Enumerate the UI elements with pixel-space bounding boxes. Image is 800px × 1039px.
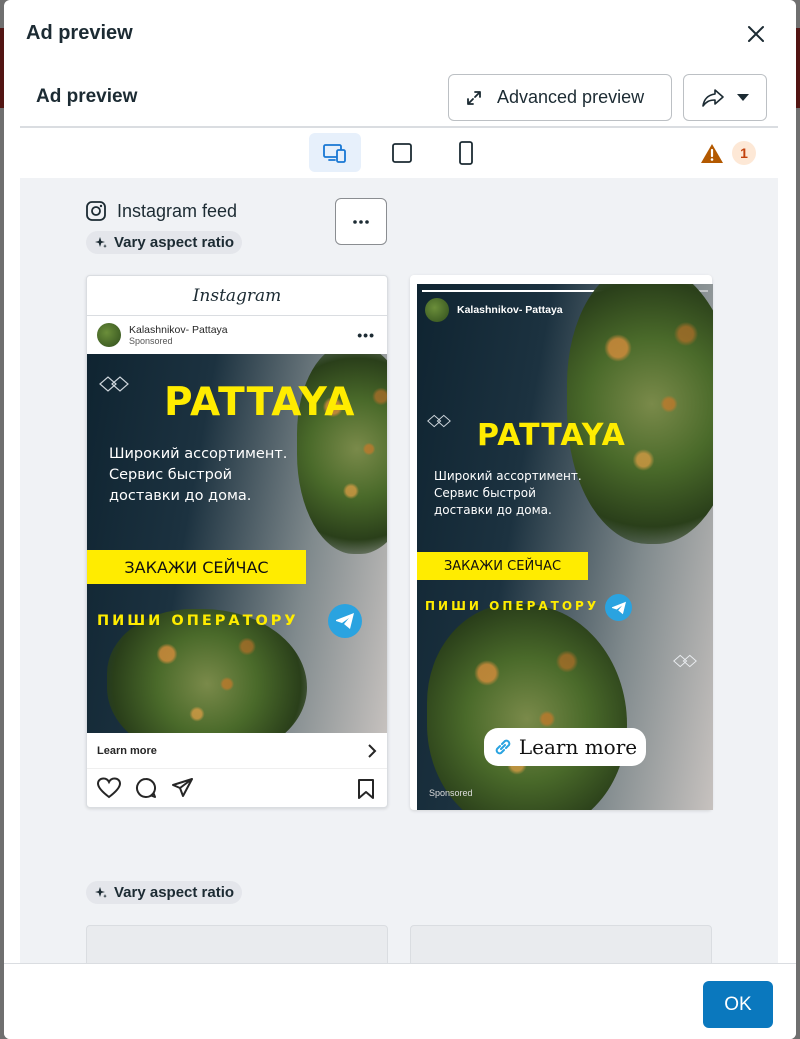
learn-more-row[interactable]: Learn more	[87, 733, 387, 769]
warning-count-badge: 1	[732, 141, 756, 165]
warning-triangle-icon	[701, 143, 723, 163]
telegram-icon	[328, 604, 362, 638]
more-dots-icon	[353, 219, 369, 224]
sponsored-label: Sponsored	[129, 335, 173, 346]
vary-aspect-ratio-label: Vary aspect ratio	[114, 234, 235, 251]
avatar	[425, 298, 449, 322]
story-header: Kalashnikov- Pattaya	[425, 298, 563, 322]
brand-diamond-icon	[427, 414, 451, 428]
expand-arrows-icon	[467, 90, 481, 105]
section-title: Ad preview	[36, 86, 138, 107]
feed-ad-creative: PATTAYA Широкий ассортимент. Сервис быст…	[87, 354, 387, 733]
post-menu-icon[interactable]: •••	[357, 327, 375, 343]
loading-preview-card	[410, 925, 712, 964]
ad-headline: PATTAYA	[477, 418, 626, 453]
instagram-wordmark: Instagram	[87, 276, 387, 316]
advanced-preview-button[interactable]: Advanced preview	[448, 74, 672, 121]
feed-post-header: Kalashnikov- Pattaya Sponsored •••	[87, 316, 387, 354]
post-actions	[87, 769, 387, 807]
comment-icon[interactable]	[135, 777, 157, 799]
device-toggle-bar: 1	[20, 130, 778, 178]
operator-text: ПИШИ ОПЕРАТОРУ	[425, 599, 600, 613]
ad-body-text: Широкий ассортимент. Сервис быстрой дост…	[109, 446, 288, 504]
vary-aspect-ratio-chip[interactable]: Vary aspect ratio	[86, 231, 243, 254]
placement-label: Instagram feed	[85, 200, 237, 222]
learn-more-button[interactable]: Learn more	[484, 728, 646, 766]
sponsored-label: Sponsored	[429, 788, 473, 798]
ad-body-text: Широкий ассортимент. Сервис быстрой дост…	[434, 469, 582, 517]
ad-preview-modal: Ad preview Ad preview Advanced preview 1…	[4, 0, 796, 1039]
square-format-toggle[interactable]	[376, 133, 428, 172]
send-icon[interactable]	[171, 777, 193, 799]
share-icon	[702, 88, 724, 107]
instagram-feed-preview: Instagram Kalashnikov- Pattaya Sponsored…	[86, 275, 388, 808]
loading-preview-card	[86, 925, 388, 964]
mobile-frame-icon	[459, 140, 473, 165]
product-image-bottom	[427, 604, 627, 810]
avatar	[97, 323, 121, 347]
learn-more-label: Learn more	[97, 744, 157, 757]
ad-headline: PATTAYA	[164, 380, 356, 425]
placement-name: Instagram feed	[117, 200, 238, 221]
sparkle-icon	[95, 236, 107, 248]
product-image-top	[567, 284, 713, 544]
share-dropdown-button[interactable]	[683, 74, 767, 121]
more-options-button[interactable]	[335, 198, 387, 245]
modal-title: Ad preview	[26, 22, 133, 44]
instagram-story-preview: Kalashnikov- Pattaya PATTAYA Широкий асс…	[410, 275, 713, 810]
sparkle-icon	[95, 886, 107, 898]
vary-aspect-ratio-chip-2[interactable]: Vary aspect ratio	[86, 881, 243, 904]
telegram-icon	[605, 594, 632, 621]
preview-header: Ad preview Advanced preview	[20, 62, 778, 128]
caret-down-icon	[737, 93, 749, 101]
operator-text: ПИШИ ОПЕРАТОРУ	[97, 613, 299, 629]
square-frame-icon	[392, 142, 412, 163]
vary-aspect-ratio-label: Vary aspect ratio	[114, 884, 235, 901]
preview-content: Instagram feed Vary aspect ratio Instagr…	[20, 178, 778, 964]
bookmark-icon[interactable]	[357, 779, 375, 799]
brand-diamond-icon	[673, 654, 697, 668]
order-now-banner: ЗАКАЖИ СЕЙЧАС	[417, 552, 588, 580]
learn-more-label: Learn more	[518, 735, 638, 759]
close-button[interactable]	[744, 22, 768, 46]
ok-button[interactable]: OK	[703, 981, 773, 1028]
advanced-preview-label: Advanced preview	[497, 87, 645, 107]
mobile-format-toggle[interactable]	[440, 133, 492, 172]
account-name: Kalashnikov- Pattaya	[457, 304, 563, 316]
desktop-mobile-icon	[323, 143, 346, 163]
account-name: Kalashnikov- Pattaya	[129, 323, 228, 336]
story-ad-creative: Kalashnikov- Pattaya PATTAYA Широкий асс…	[417, 284, 713, 810]
heart-icon[interactable]	[97, 777, 121, 799]
link-icon	[495, 739, 511, 755]
close-icon	[748, 26, 764, 42]
brand-diamond-icon	[99, 376, 129, 392]
all-devices-toggle[interactable]	[309, 133, 361, 172]
order-now-banner: ЗАКАЖИ СЕЙЧАС	[87, 550, 306, 584]
warning-indicator[interactable]: 1	[700, 141, 756, 165]
modal-footer: OK	[4, 963, 796, 1039]
instagram-icon	[86, 201, 106, 221]
chevron-right-icon	[368, 743, 377, 758]
